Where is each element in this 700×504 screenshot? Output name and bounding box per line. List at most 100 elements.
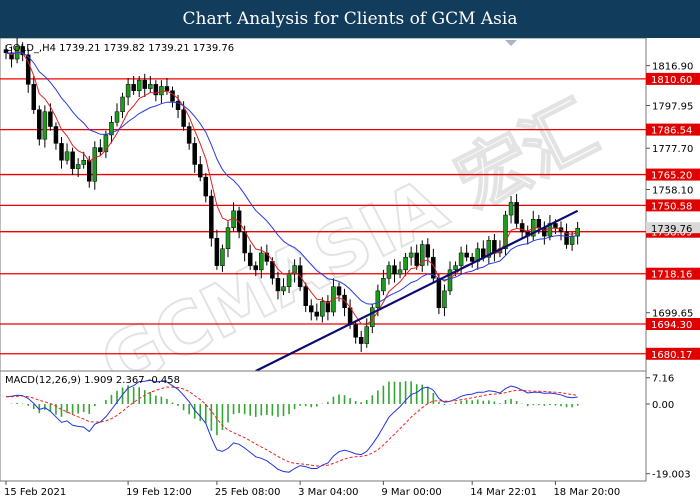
candle-body	[414, 252, 419, 266]
candle-body	[386, 265, 392, 279]
macd-tick-label: 0.00	[652, 400, 674, 411]
candle-body	[242, 231, 247, 254]
candle-body	[253, 265, 258, 271]
level-label: 1718.16	[651, 270, 692, 281]
time-tick-label: 19 Feb 12:00	[126, 487, 192, 498]
candle-body	[358, 337, 364, 344]
time-tick-label: 25 Feb 08:00	[215, 487, 281, 498]
macd-label: MACD(12,26,9) 1.909 2.367 -0.458	[5, 375, 180, 386]
candle-body	[75, 164, 81, 169]
candle-body	[519, 223, 525, 233]
candle-body	[259, 252, 264, 271]
candle-body	[164, 86, 170, 91]
time-tick-label: 15 Feb 2021	[4, 487, 66, 498]
candle-body	[98, 147, 103, 153]
candle-body	[381, 278, 386, 292]
candle-body	[59, 143, 64, 161]
candle-body	[569, 235, 575, 245]
candle-body	[553, 223, 558, 228]
level-label: 1680.17	[651, 350, 692, 361]
candle-body	[70, 151, 75, 169]
candle-body	[364, 326, 369, 344]
candle-body	[436, 278, 442, 309]
candle-body	[536, 219, 542, 228]
candle-body	[214, 237, 220, 266]
chart-banner: Chart Analysis for Clients of GCM Asia	[0, 0, 700, 38]
candle-body	[309, 305, 314, 313]
current-price-label: 1739.76	[651, 224, 692, 235]
level-label: 1786.54	[651, 126, 692, 137]
candle-body	[142, 79, 147, 89]
candle-body	[392, 265, 397, 275]
candle-body	[336, 286, 342, 296]
candle-body	[220, 248, 225, 266]
candle-body	[42, 111, 48, 140]
candle-body	[286, 273, 292, 287]
candle-body	[458, 252, 464, 266]
candle-body	[353, 324, 358, 338]
candle-body	[453, 265, 458, 271]
candle-body	[403, 256, 408, 271]
time-tick-label: 9 Mar 00:00	[381, 487, 441, 498]
level-label: 1810.60	[651, 75, 692, 86]
candle-body	[81, 159, 86, 165]
candle-body	[209, 195, 214, 239]
macd-tick-label: 7.16	[652, 374, 674, 385]
candle-body	[198, 164, 203, 178]
candle-body	[270, 261, 275, 279]
price-tick-label: 1797.95	[652, 102, 693, 113]
candle-body	[575, 227, 580, 237]
candle-body	[203, 176, 209, 197]
candle-body	[247, 252, 253, 266]
price-tick-label: 1758.10	[652, 186, 693, 197]
candle-body	[87, 159, 92, 182]
price-pane	[0, 37, 647, 372]
macd-axis: 7.16 0.00 -19.003	[646, 374, 691, 481]
candle-body	[425, 244, 431, 258]
time-axis: 15 Feb 2021 19 Feb 12:00 25 Feb 08:00 3 Mar…	[4, 481, 620, 498]
level-label: 1750.58	[651, 201, 692, 212]
candle-body	[64, 151, 70, 161]
candle-body	[125, 84, 131, 98]
time-tick-label: 18 Mar 20:00	[553, 487, 620, 498]
candle-body	[469, 256, 475, 262]
candle-body	[508, 202, 514, 216]
price-tick-label: 1777.70	[652, 144, 693, 155]
candle-body	[37, 109, 42, 140]
candle-body	[375, 290, 381, 309]
chart-symbol-label: GOLD_,H4 1739.21 1739.82 1739.21 1739.76	[5, 43, 234, 54]
candle-body	[148, 84, 153, 89]
candle-body	[92, 147, 98, 182]
time-tick-label: 14 Mar 22:01	[470, 487, 537, 498]
candle-body	[275, 278, 281, 292]
candle-body	[464, 252, 469, 258]
candle-body	[120, 96, 125, 113]
candle-body	[320, 301, 325, 317]
level-label: 1694.30	[651, 320, 692, 331]
candle-body	[131, 84, 136, 91]
candle-body	[114, 111, 120, 123]
candle-body	[225, 227, 231, 250]
macd-tick-label: -19.003	[652, 470, 691, 481]
candle-body	[514, 202, 519, 224]
candle-body	[314, 311, 320, 317]
candle-body	[192, 143, 197, 165]
candle-body	[31, 84, 36, 110]
candle-body	[136, 79, 142, 91]
candle-body	[281, 286, 286, 292]
candle-body	[53, 126, 59, 144]
gold-h4-chart: GCMASIA 宏汇 GOLD_,H4 1739.21 1739.82 1739…	[0, 37, 700, 500]
price-tick-label: 1816.90	[652, 62, 693, 73]
candle-body	[397, 269, 403, 275]
candle-body	[442, 290, 447, 309]
candle-body	[181, 109, 186, 127]
candle-body	[186, 126, 192, 144]
candle-body	[48, 111, 53, 127]
candle-body	[170, 90, 175, 102]
candle-body	[303, 286, 308, 306]
banner-title: Chart Analysis for Clients of GCM Asia	[182, 9, 518, 29]
time-tick-label: 3 Mar 04:00	[298, 487, 358, 498]
candle-body	[408, 252, 414, 258]
price-axis: 1816.901797.951777.701758.101699.65	[646, 62, 693, 320]
current-price-marker: 1739.76	[646, 222, 700, 235]
